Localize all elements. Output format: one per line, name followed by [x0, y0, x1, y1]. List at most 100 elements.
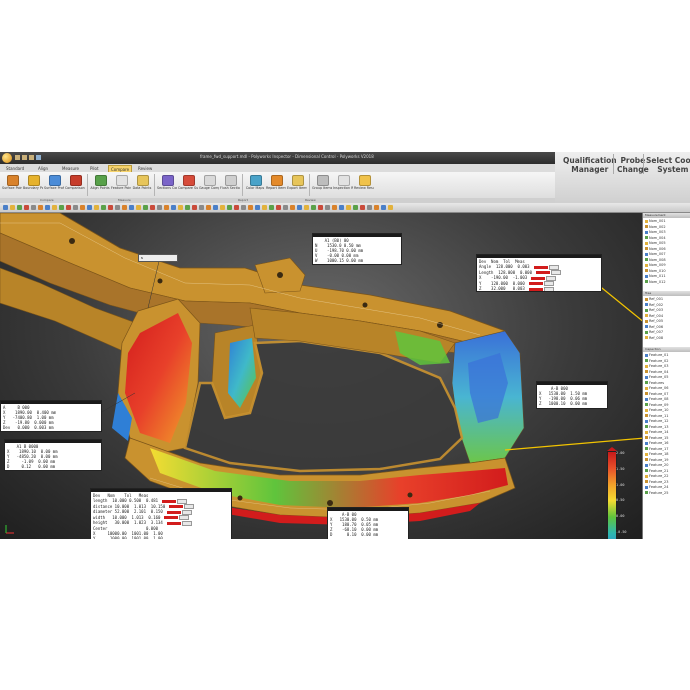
tree-item[interactable]: Nom_006 [645, 247, 666, 252]
toolbar-icon[interactable] [52, 205, 57, 210]
ribbon-button-export[interactable]: Export Items [287, 174, 307, 196]
tree-item[interactable]: Nom_010 [645, 269, 666, 274]
toolbar-icon[interactable] [262, 205, 267, 210]
tree-item[interactable]: Nom_012 [645, 280, 666, 285]
toolbar-icon[interactable] [108, 205, 113, 210]
tree-item[interactable]: Feature_10 [645, 408, 668, 413]
app-logo-icon[interactable] [2, 153, 12, 163]
toolbar-icon[interactable] [220, 205, 225, 210]
toolbar-icon[interactable] [332, 205, 337, 210]
toolbar-icon[interactable] [143, 205, 148, 210]
ribbon-button-report[interactable]: Report Items [266, 174, 286, 196]
tree-item[interactable]: Nom_001 [645, 219, 666, 224]
tree-item[interactable]: Feature_19 [645, 458, 668, 463]
quick-save-icon[interactable] [15, 155, 20, 160]
tab-pilot[interactable]: Pilot [88, 165, 101, 172]
toolbar-icon[interactable] [367, 205, 372, 210]
callout-lower-left[interactable]: A1 B 0000 X 1890.10 0.00 mm Y -4850.20 0.0… [4, 439, 102, 471]
tree-item[interactable]: Ref_003 [645, 308, 663, 313]
toolbar-icon[interactable] [234, 205, 239, 210]
toolbar-icon[interactable] [136, 205, 141, 210]
toolbar-icon[interactable] [290, 205, 295, 210]
tree-item[interactable]: Nom_005 [645, 241, 666, 246]
toolbar-icon[interactable] [388, 205, 393, 210]
tree-item[interactable]: Ref_005 [645, 319, 663, 324]
callout-left[interactable]: A B 000 X 1890.00 0.400 mm Y -7400.80 1.00… [0, 400, 102, 432]
tree-item[interactable]: Feature_03 [645, 364, 668, 369]
tree-item[interactable]: Feature_07 [645, 392, 668, 397]
tree-item[interactable]: Feature_08 [645, 397, 668, 402]
tree-item[interactable]: Feature_02 [645, 359, 668, 364]
ribbon-button-review[interactable]: Review Results [354, 174, 374, 196]
toolbar-icon[interactable] [374, 205, 379, 210]
toolbar-icon[interactable] [129, 205, 134, 210]
ribbon-button-inspection[interactable]: Inspection Report [333, 174, 353, 196]
tree-item[interactable]: Feature_18 [645, 452, 668, 457]
toolbar-icon[interactable] [269, 205, 274, 210]
ribbon-button-color[interactable]: Color Maps [245, 174, 265, 196]
tab-review[interactable]: Review [136, 165, 154, 172]
tree-item[interactable]: Feature_11 [645, 414, 668, 419]
toolbar-icon[interactable] [213, 205, 218, 210]
callout-bottom-center[interactable]: Dev Nom Tol Meas length 10.000 0.500 0.48… [90, 488, 232, 539]
toolbar-icon[interactable] [45, 205, 50, 210]
toolbar-icon[interactable] [206, 205, 211, 210]
tab-align[interactable]: Align [36, 165, 50, 172]
toolbar-icon[interactable] [346, 205, 351, 210]
3d-viewport[interactable]: N A1 (B0) 00 N 1530.0 0.50 mm U -198.70 0.… [0, 213, 642, 539]
tree-item[interactable]: Feature_24 [645, 485, 668, 490]
toolbar-icon[interactable] [276, 205, 281, 210]
toolbar-icon[interactable] [59, 205, 64, 210]
ribbon-button-group[interactable]: Group Items [312, 174, 332, 196]
ribbon-button-boundary[interactable]: Boundary Points [23, 174, 43, 196]
toolbar-icon[interactable] [199, 205, 204, 210]
qualification-manager-button[interactable]: Qualification Manager [563, 156, 617, 174]
toolbar-icon[interactable] [17, 205, 22, 210]
toolbar-icon[interactable] [122, 205, 127, 210]
tree-item[interactable]: Feature_22 [645, 474, 668, 479]
tree-item[interactable]: Feature_04 [645, 370, 668, 375]
tree-item[interactable]: Feature_25 [645, 491, 668, 496]
toolbar-icon[interactable] [10, 205, 15, 210]
toolbar-icon[interactable] [283, 205, 288, 210]
toolbar-icon[interactable] [24, 205, 29, 210]
toolbar-icon[interactable] [318, 205, 323, 210]
toolbar-icon[interactable] [248, 205, 253, 210]
quick-redo-icon[interactable] [29, 155, 34, 160]
tree-item[interactable]: Nom_007 [645, 252, 666, 257]
tree-item[interactable]: Ref_008 [645, 336, 663, 341]
tree-item[interactable]: Nom_003 [645, 230, 666, 235]
tree-item[interactable]: Nom_004 [645, 236, 666, 241]
toolbar-icon[interactable] [311, 205, 316, 210]
ribbon-button-flush[interactable]: Flush Sections [220, 174, 240, 196]
toolbar-icon[interactable] [150, 205, 155, 210]
toolbar-icon[interactable] [255, 205, 260, 210]
toolbar-icon[interactable] [94, 205, 99, 210]
tree-item[interactable]: Nom_009 [645, 263, 666, 268]
ribbon-button-align[interactable]: Align Points [90, 174, 110, 196]
toolbar-icon[interactable] [115, 205, 120, 210]
tree-item[interactable]: Feature_21 [645, 469, 668, 474]
toolbar-icon[interactable] [3, 205, 8, 210]
ribbon-button-surface profile[interactable]: Surface Profile Points [44, 174, 64, 196]
toolbar-icon[interactable] [157, 205, 162, 210]
tree-item[interactable]: Feature_09 [645, 403, 668, 408]
tree-item[interactable]: Feature_16 [645, 441, 668, 446]
toolbar-icon[interactable] [241, 205, 246, 210]
tree-item[interactable]: Feature_15 [645, 436, 668, 441]
tree-item[interactable]: Feature_13 [645, 425, 668, 430]
quick-open-icon[interactable] [36, 155, 41, 160]
tree-item[interactable]: Ref_004 [645, 314, 663, 319]
callout-mid-right[interactable]: A-B 000 X 1530.00 1.50 mm Y -198.00 0.06 m… [536, 381, 608, 409]
tree-item[interactable]: Feature_14 [645, 430, 668, 435]
toolbar-icon[interactable] [185, 205, 190, 210]
toolbar-icon[interactable] [304, 205, 309, 210]
toolbar-icon[interactable] [164, 205, 169, 210]
callout-bottom-right[interactable]: A-B 00 X 1530.00 0.50 mm Y 180.70 0.05 mm Z… [327, 507, 409, 539]
tree-item[interactable]: Nom_011 [645, 274, 666, 279]
toolbar-icon[interactable] [360, 205, 365, 210]
toolbar-icon[interactable] [325, 205, 330, 210]
ribbon-button-surface[interactable]: Surface Points [2, 174, 22, 196]
tab-standard[interactable]: Standard [4, 165, 26, 172]
toolbar-icon[interactable] [66, 205, 71, 210]
